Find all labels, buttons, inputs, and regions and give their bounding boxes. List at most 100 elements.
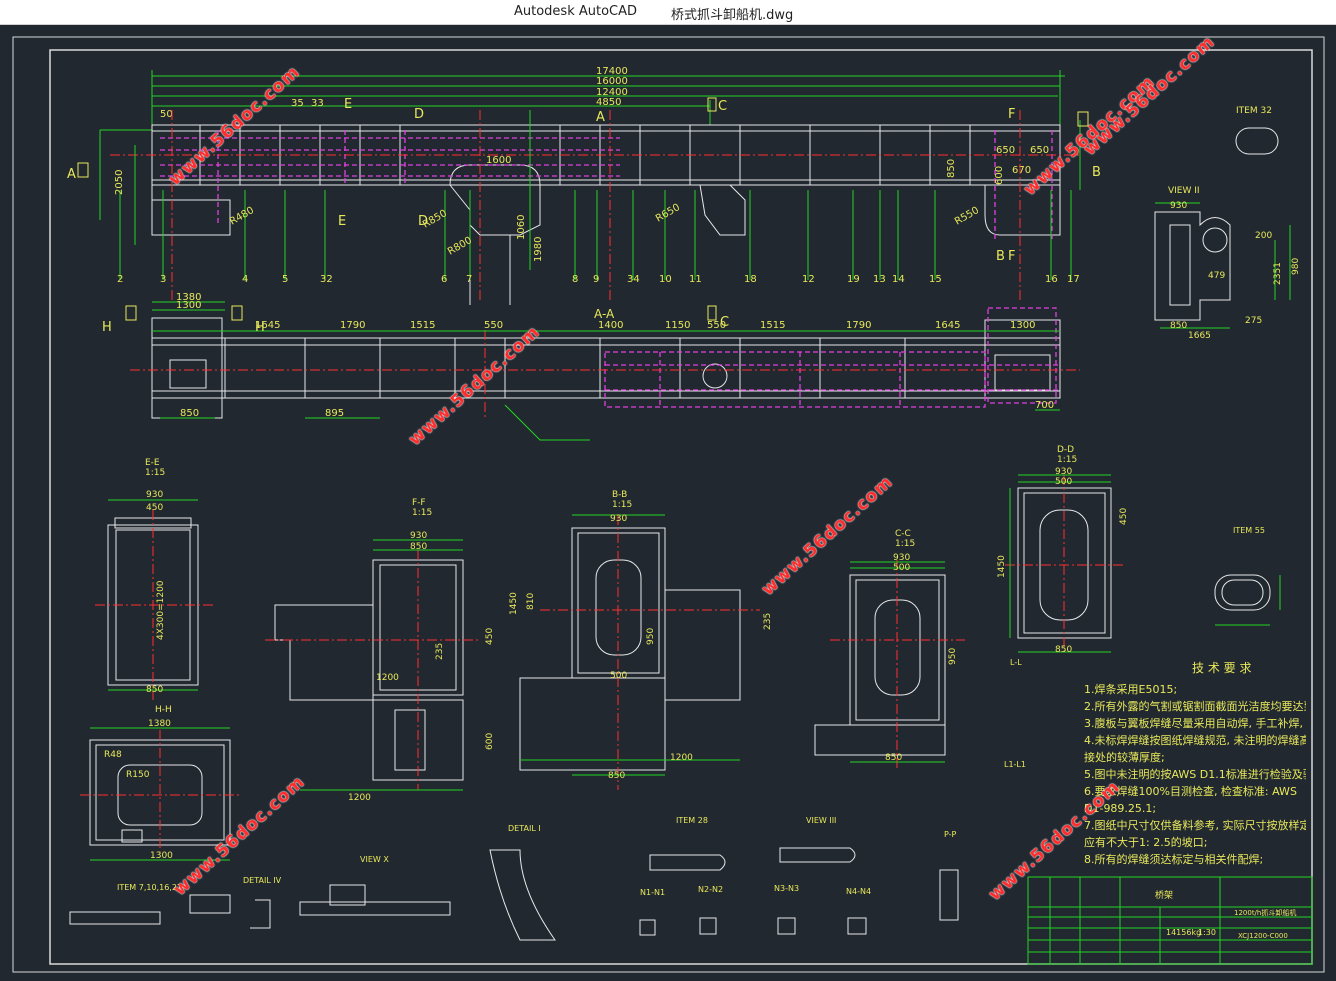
notes-title: 技 术 要 求 [1192,661,1252,675]
c-c-scale: 1:15 [895,539,915,549]
view-iii-title: VIEW III [806,816,836,825]
e-e-dim-0: 930 [146,490,163,500]
section-mark-a-left: A [67,167,76,182]
tb-name: 桥架 [1155,889,1173,901]
section-c-c: C-C 1:15 930 500 850 950 [814,529,965,770]
section-mark-h-right: H [255,320,265,335]
app-name: Autodesk AutoCAD [514,4,638,19]
plan-dim-12: 1300 [176,300,201,311]
plan-dim-5: 1150 [665,320,690,331]
details-row: DETAIL I ITEM 28 VIEW III VIEW X DETAIL … [69,658,1026,941]
e-e-scale: 1:15 [145,468,165,478]
item-num-10: 10 [659,274,672,285]
vdim-2: 1980 [533,237,544,262]
n2-title: N2-N2 [698,885,723,894]
h-h-title: H-H [155,705,172,715]
dim-left-5: 650 [996,145,1015,156]
plan-dim-4: 1400 [598,320,623,331]
vdim-3: 600 [994,166,1005,185]
f-f-dim-2: 1200 [376,673,399,683]
section-mark-b-low: B [996,249,1005,264]
technical-notes: 技 术 要 求 1.焊条采用E5015; 2.所有外露的气割或锯割面截面光洁度均… [1084,660,1306,868]
section-b-b: B-B 1:15 930 500 1450 810 850 1200 950 2… [509,490,773,790]
c-c-dim-0: 930 [893,553,910,563]
l-l-title: L-L [1010,658,1022,667]
dim-left-4: 670 [1012,165,1031,176]
plan-dim-15: 700 [1035,400,1054,411]
section-mark-e: E [344,97,352,112]
b-b-title: B-B [612,490,627,500]
d-d-dim-4: 450 [1119,508,1129,525]
plan-dim-3: 550 [484,320,503,331]
h-h-dim-4: R150 [126,770,150,780]
note-line: 5.图中未注明的按AWS D1.1标准进行检验及验收; [1084,768,1306,781]
window-title-bar: Autodesk AutoCAD 桥式抓斗卸船机.dwg [0,0,1336,25]
view-ii-dim-2: 479 [1208,271,1225,281]
item-num-6: 7 [466,274,472,285]
plan-view-a-a: A-A 1645 1790 1515 550 1400 1150 550 151… [102,292,1080,441]
view-ii-dim-0: 930 [1170,201,1187,211]
note-line: 1.焊条采用E5015; [1084,683,1178,696]
item-num-16: 14 [892,274,905,285]
file-name: 桥式抓斗卸船机.dwg [671,8,794,23]
f-f-scale: 1:15 [412,508,432,518]
b-b-scale: 1:15 [612,500,632,510]
dim-left-0: 50 [160,109,173,120]
f-f-dim-4: 600 [485,733,495,750]
tb-drawing-no: XCJ1200-C000 [1238,932,1288,940]
item-num-2: 4 [242,274,248,285]
c-c-dim-2: 850 [885,753,902,763]
view-ii-dim-3: 1665 [1188,331,1211,341]
view-ii-dim-5: 275 [1245,316,1262,326]
c-c-title: C-C [895,529,911,539]
h-h-dim-1: 1300 [150,851,173,861]
item-num-18: 16 [1045,274,1058,285]
item-num-4: 32 [320,274,333,285]
plan-dim-1: 1790 [340,320,365,331]
view-x-title: VIEW X [360,855,389,864]
section-mark-b: B [1092,165,1101,180]
item-num-17: 15 [929,274,942,285]
note-line: D1-989.25.1; [1084,802,1157,815]
n4-title: N4-N4 [846,887,871,896]
view-ii: VIEW II 930 200 479 1665 850 275 980 235… [1154,106,1301,341]
c-c-dim-3: 950 [948,648,958,665]
d-d-title: D-D [1057,445,1074,455]
b-b-dim-0: 930 [610,514,627,524]
item-num-15: 13 [873,274,886,285]
section-d-d: D-D 1:15 930 500 1450 850 450 [997,445,1129,655]
radius-4: R480 [228,205,256,228]
section-f-f: F-F 1:15 930 850 1200 1200 600 450 235 [265,498,495,803]
f-f-dim-1: 850 [410,542,427,552]
c-c-dim-1: 500 [893,563,910,573]
note-line: 应有不大于1: 2.5的坡口; [1084,836,1208,849]
plan-dim-10: 1300 [1010,320,1035,331]
radius-2: R650 [654,202,682,225]
e-e-dim-3: 850 [146,685,163,695]
tb-weight: 14156kg [1166,928,1201,937]
f-f-dim-0: 930 [410,531,427,541]
note-line: 2.所有外露的气割或锯割面截面光洁度均要达到低级或磨平; [1084,700,1306,713]
note-line: 3.腹板与翼板焊缝尽量采用自动焊, 手工补焊, 坡口达标准规定; [1084,717,1306,730]
vdim-1: 1060 [516,215,527,240]
b-b-dim-3: 810 [526,593,536,610]
plan-label: A-A [594,307,615,321]
detail-iv-title: DETAIL IV [243,876,282,885]
main-elevation-view: 17400 16000 12400 4850 50 35 33 1600 670… [67,66,1101,305]
h-h-dim-3: R48 [104,750,122,760]
tb-description: 1200t/h抓斗卸船机 [1234,908,1296,917]
vdim-0: 2050 [114,170,125,195]
f-f-dim-5: 450 [485,628,495,645]
section-mark-d-low: D [418,214,428,229]
plan-dim-13: 895 [325,408,344,419]
dim-left-2: 33 [311,98,324,109]
b-b-dim-5: 1200 [670,753,693,763]
b-b-dim-7: 235 [763,613,773,630]
p-p-title: P-P [944,830,957,839]
d-d-scale: 1:15 [1057,455,1077,465]
section-mark-d: D [414,107,424,122]
radius-3: R550 [953,205,981,228]
b-b-dim-6: 950 [646,628,656,645]
view-ii-title: VIEW II [1168,186,1200,196]
f-f-dim-3: 1200 [348,793,371,803]
